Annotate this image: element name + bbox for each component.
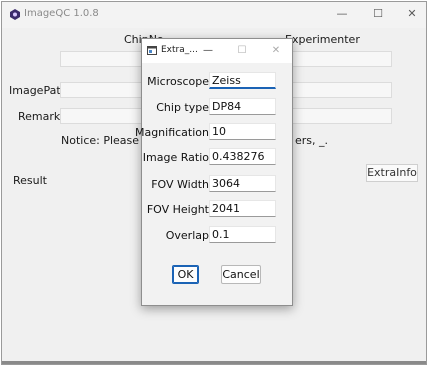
magnification-input[interactable]: 10 (209, 123, 276, 140)
experimenter-label: Experimenter (285, 33, 360, 46)
chip-type-label: Chip type (156, 101, 209, 114)
remark-label: Remark (18, 110, 61, 123)
minimize-icon[interactable]: — (332, 6, 352, 22)
fov-width-input[interactable]: 3064 (209, 175, 276, 192)
app-title: ImageQC 1.0.8 (24, 8, 99, 19)
image-ratio-input[interactable]: 0.438276 (209, 148, 276, 165)
extra-info-dialog: Extra_... — ☐ ✕ Microscope Zeiss Chip ty… (135, 38, 293, 306)
image-ratio-label: Image Ratio (142, 151, 209, 164)
fov-width-label: FOV Width (151, 178, 209, 191)
microscope-input[interactable]: Zeiss (209, 72, 276, 89)
dialog-maximize-icon[interactable]: ☐ (234, 43, 250, 59)
microscope-label: Microscope (147, 75, 209, 88)
chip-type-input[interactable]: DP84 (209, 98, 276, 115)
imagepath-label: ImagePath (9, 84, 68, 97)
close-icon[interactable]: ✕ (402, 6, 422, 22)
maximize-icon[interactable]: ☐ (368, 6, 388, 22)
title-bar: ImageQC 1.0.8 — ☐ ✕ (2, 2, 426, 28)
notice-text-continued: ers, _. (295, 134, 329, 147)
fov-height-input[interactable]: 2041 (209, 200, 276, 217)
bottom-border (2, 361, 426, 364)
extrainfo-button[interactable]: ExtraInfo (366, 164, 418, 182)
dialog-minimize-icon[interactable]: — (200, 43, 216, 59)
result-label: Result (13, 174, 47, 187)
ok-button[interactable]: OK (172, 265, 199, 284)
dialog-title: Extra_... (161, 45, 198, 55)
overlap-label: Overlap (165, 229, 209, 242)
dialog-title-bar: Extra_... — ☐ ✕ (142, 39, 292, 63)
cancel-button[interactable]: Cancel (221, 265, 261, 284)
magnification-label: Magnification (134, 126, 209, 139)
fov-height-label: FOV Height (146, 203, 209, 216)
overlap-input[interactable]: 0.1 (209, 226, 276, 243)
window-icon (147, 46, 157, 55)
dialog-close-icon[interactable]: ✕ (268, 43, 284, 59)
app-icon (10, 9, 20, 20)
